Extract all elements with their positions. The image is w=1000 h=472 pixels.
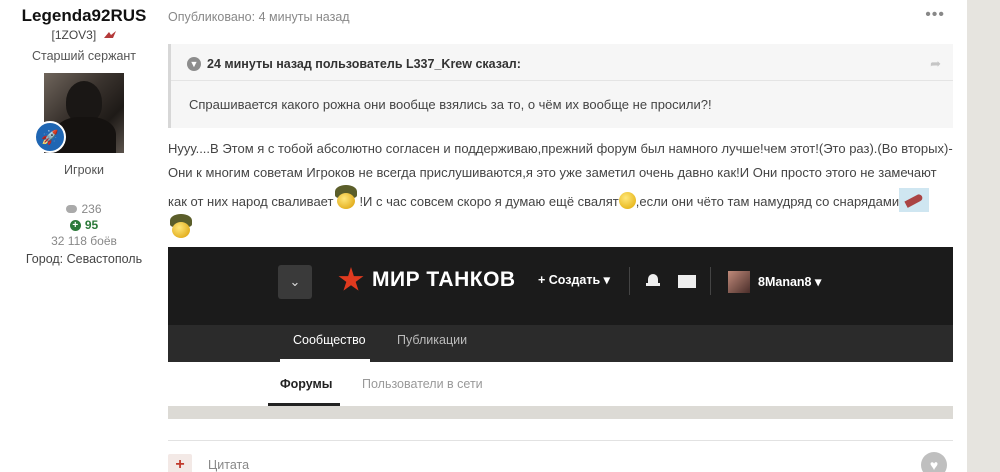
battles-count: 32 118 боёв [51, 234, 117, 248]
author-panel: Legenda92RUS [1ZOV3] Старший сержант 🚀 И… [0, 0, 168, 267]
embed-subnav [168, 325, 953, 362]
bell-icon [645, 272, 661, 290]
embed-white-underline [268, 403, 340, 406]
posts-value: 236 [81, 202, 102, 216]
actions-divider [168, 440, 953, 441]
share-icon[interactable]: ➦ [930, 56, 941, 72]
embed-create-button: + Создать ▾ [538, 273, 610, 287]
author-rank: Старший сержант [31, 49, 137, 63]
rocket-icon: 🚀 [34, 121, 66, 153]
page-scrollbar[interactable] [967, 0, 1000, 472]
embed-divider [710, 267, 711, 295]
quote-block: ▼ 24 минуты назад пользователь L337_Krew… [168, 44, 953, 128]
reputation-plus-button[interactable]: + [168, 454, 192, 472]
clan-tag[interactable]: [1ZOV3] [51, 28, 96, 42]
chevron-down-icon: ⌄ [278, 265, 312, 299]
quote-header[interactable]: ▼ 24 минуты назад пользователь L337_Krew… [187, 55, 937, 73]
embedded-screenshot[interactable]: ⌄ МИР ТАНКОВ + Создать ▾ 8Manan8 ▾ Сообщ… [168, 247, 953, 419]
tank-helmet-smiley-icon [168, 214, 194, 242]
plus-circle-icon: + [69, 219, 81, 231]
reputation-count: + 95 [0, 217, 168, 233]
post-actions: + Цитата ♥ [168, 440, 953, 472]
author-city: Город: Севастополь [25, 252, 143, 266]
posts-count: 236 [0, 201, 168, 217]
embed-divider [629, 267, 630, 295]
author-clan: [1ZOV3] [0, 28, 168, 42]
chevron-down-icon[interactable]: ▼ [187, 57, 201, 71]
envelope-icon [678, 275, 696, 288]
clan-emblem-icon [103, 31, 116, 38]
tank-helmet-smiley-icon [333, 185, 359, 213]
embed-user-name: 8Manan8 ▾ [758, 275, 822, 289]
post-published-time: Опубликовано: 4 минуты назад [168, 10, 350, 24]
author-group: Игроки [64, 163, 104, 177]
smiley-icon [618, 192, 636, 209]
author-avatar-wrap: 🚀 [34, 73, 124, 153]
embed-logo-text: МИР ТАНКОВ [372, 268, 516, 291]
embed-logo: МИР ТАНКОВ [338, 263, 516, 297]
post-text-part2: !И с час совсем скоро я думаю ещё свалят [359, 194, 619, 209]
shell-emoticon-icon [899, 188, 930, 212]
author-stats: 236 + 95 32 118 боёв Город: Севастополь [0, 201, 168, 267]
quote-header-text: 24 минуты назад пользователь L337_Krew с… [207, 57, 521, 71]
heart-icon[interactable]: ♥ [921, 452, 947, 472]
author-name[interactable]: Legenda92RUS [0, 6, 168, 26]
forum-post-page: Legenda92RUS [1ZOV3] Старший сержант 🚀 И… [0, 0, 1000, 472]
quote-divider [171, 80, 953, 81]
embed-user-avatar [728, 271, 750, 293]
more-options-button[interactable]: ••• [925, 6, 945, 24]
comment-icon [66, 205, 78, 213]
star-logo-icon [338, 267, 364, 291]
embed-tab-community: Сообщество [293, 333, 366, 347]
quote-button[interactable]: Цитата [208, 458, 249, 472]
embed-tab-forums: Форумы [280, 377, 333, 391]
embed-tab-publications: Публикации [397, 333, 468, 347]
embed-tab-online: Пользователи в сети [362, 377, 483, 391]
post-content: Нууу....В Этом я с тобой абсолютно согла… [168, 137, 953, 243]
post-text-part3: ,если они чёто там намудряд со снарядами [635, 194, 900, 209]
quote-text: Спрашивается какого рожна они вообще взя… [189, 97, 712, 112]
reputation-value: 95 [84, 218, 99, 232]
post-body: Опубликовано: 4 минуты назад ••• ▼ 24 ми… [168, 0, 953, 472]
